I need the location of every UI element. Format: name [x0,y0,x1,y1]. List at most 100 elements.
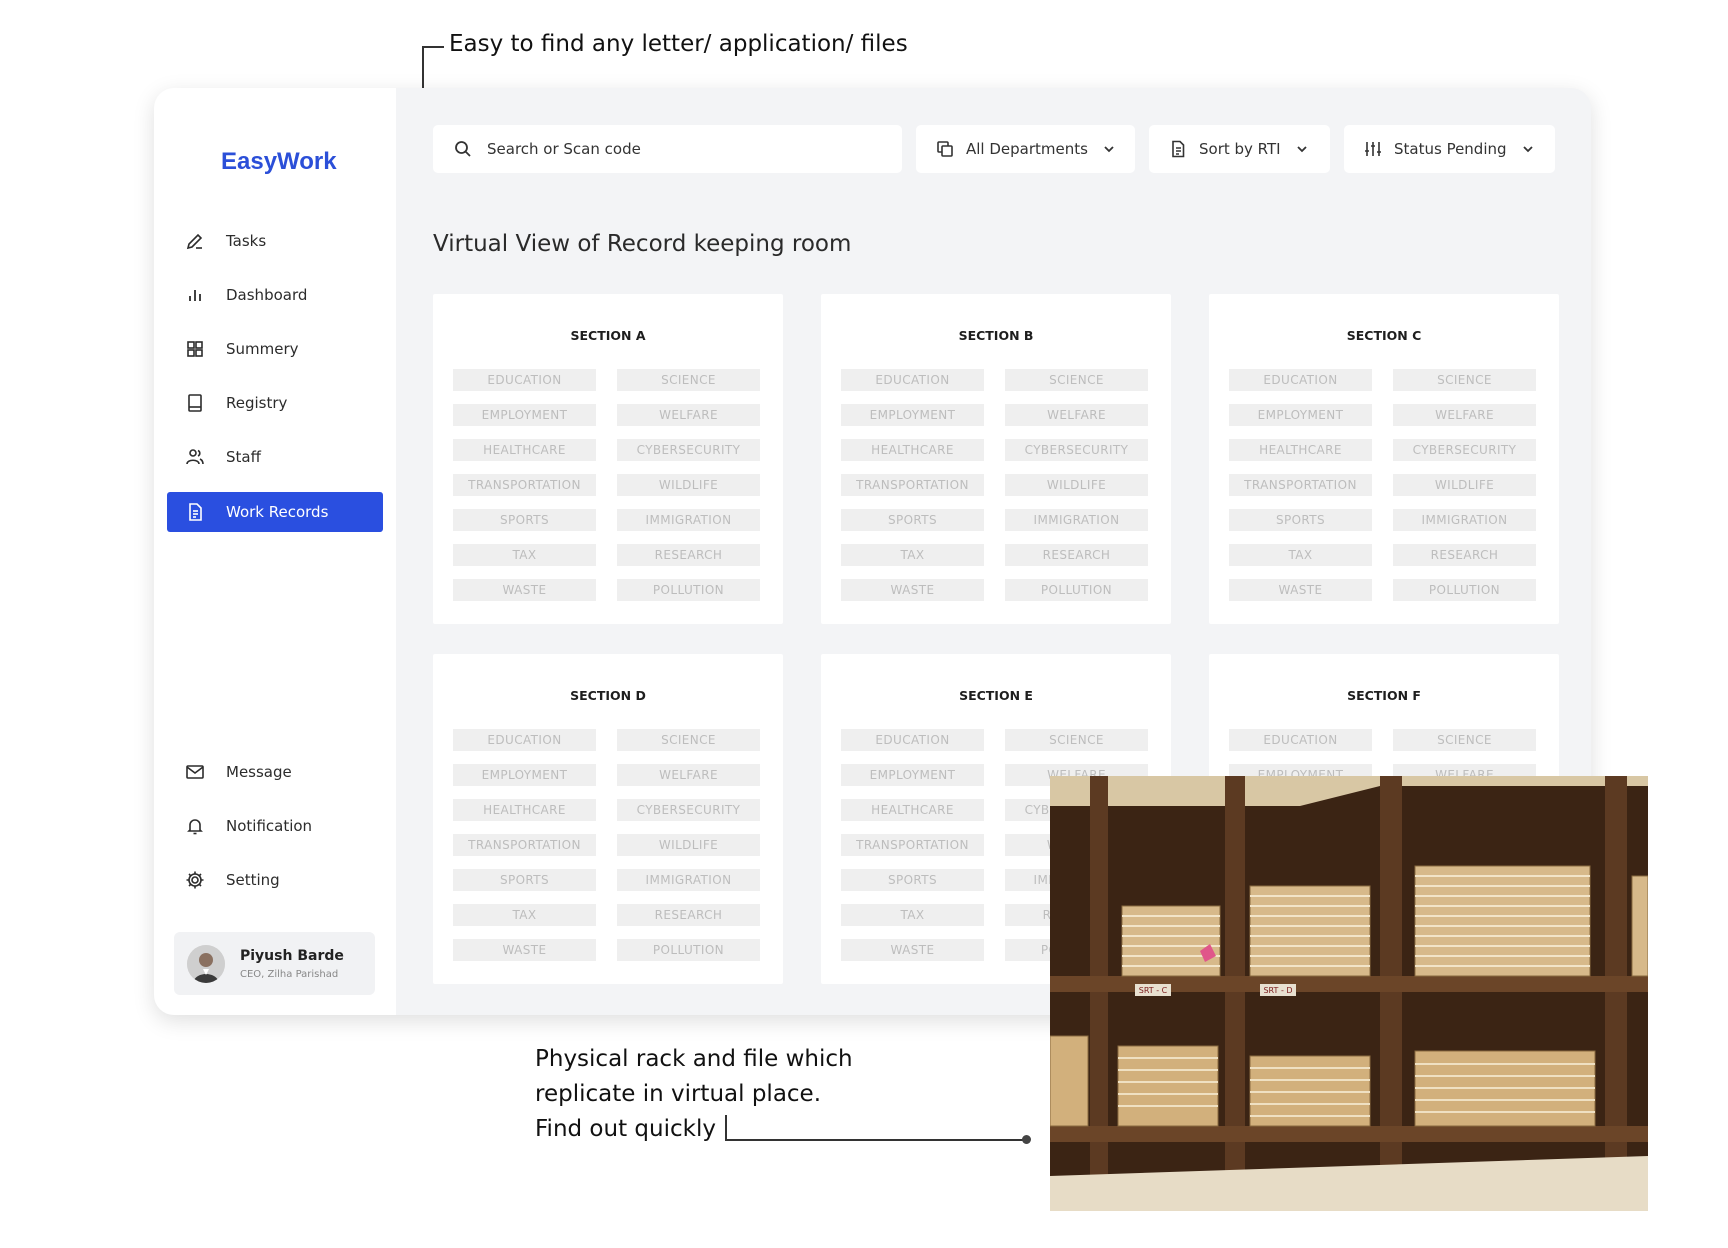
category-chip[interactable]: TRANSPORTATION [841,834,984,856]
category-chip[interactable]: SCIENCE [1393,729,1536,751]
category-chip[interactable]: POLLUTION [617,579,760,601]
category-chip[interactable]: CYBERSECURITY [617,799,760,821]
category-chip[interactable]: EDUCATION [453,729,596,751]
chevron-down-icon [1295,142,1309,156]
category-chip[interactable]: WASTE [841,939,984,961]
category-chip[interactable]: TRANSPORTATION [1229,474,1372,496]
category-chip[interactable]: EDUCATION [1229,369,1372,391]
category-chip[interactable]: WASTE [453,579,596,601]
sidebar-item-tasks[interactable]: Tasks [167,221,383,261]
category-chip[interactable]: EMPLOYMENT [841,764,984,786]
category-chip[interactable]: IMMIGRATION [617,509,760,531]
category-chip[interactable]: TRANSPORTATION [453,834,596,856]
category-chip[interactable]: IMMIGRATION [617,869,760,891]
category-chip[interactable]: EDUCATION [841,729,984,751]
category-chip[interactable]: SCIENCE [1005,729,1148,751]
document-icon [184,501,206,523]
sidebar-item-setting[interactable]: Setting [167,860,383,900]
category-chip[interactable]: TAX [841,904,984,926]
category-chip[interactable]: HEALTHCARE [841,799,984,821]
category-chip[interactable]: WASTE [1229,579,1372,601]
department-filter-dropdown[interactable]: All Departments [916,125,1135,173]
category-chip[interactable]: EDUCATION [1229,729,1372,751]
category-chip[interactable]: SPORTS [841,869,984,891]
avatar [187,944,225,983]
section-card-b[interactable]: SECTION B EDUCATION SCIENCE EMPLOYMENT WELF… [821,294,1171,624]
category-chip[interactable]: CYBERSECURITY [1005,439,1148,461]
category-chip[interactable]: WELFARE [1005,404,1148,426]
category-chip[interactable]: WILDLIFE [617,834,760,856]
category-chip[interactable]: SPORTS [1229,509,1372,531]
mail-icon [184,761,206,783]
category-chip[interactable]: EMPLOYMENT [1229,404,1372,426]
sort-dropdown[interactable]: Sort by RTI [1149,125,1330,173]
search-bar[interactable] [433,125,902,173]
category-chip[interactable]: IMMIGRATION [1005,509,1148,531]
category-chip[interactable]: SCIENCE [1393,369,1536,391]
category-chip[interactable]: RESEARCH [617,904,760,926]
category-chip[interactable]: TAX [453,544,596,566]
category-chip[interactable]: SPORTS [453,509,596,531]
category-chip[interactable]: HEALTHCARE [453,439,596,461]
section-card-c[interactable]: SECTION C EDUCATION SCIENCE EMPLOYMENT WELF… [1209,294,1559,624]
category-chip[interactable]: TAX [1229,544,1372,566]
category-chip[interactable]: WILDLIFE [1005,474,1148,496]
category-grid: EDUCATION SCIENCE EMPLOYMENT WELFARE HEALTHC… [453,729,763,961]
page-title: Virtual View of Record keeping room [433,231,852,257]
category-chip[interactable]: WASTE [453,939,596,961]
section-card-d[interactable]: SECTION D EDUCATION SCIENCE EMPLOYMENT WELF… [433,654,783,984]
sidebar-item-registry[interactable]: Registry [167,383,383,423]
annotation-bottom-text: Physical rack and file which replicate i… [535,1042,853,1147]
category-chip[interactable]: WASTE [841,579,984,601]
sidebar-item-notification[interactable]: Notification [167,806,383,846]
grid-icon [184,338,206,360]
category-chip[interactable]: WILDLIFE [617,474,760,496]
category-chip[interactable]: EMPLOYMENT [453,404,596,426]
category-chip[interactable]: HEALTHCARE [453,799,596,821]
category-chip[interactable]: RESEARCH [1005,544,1148,566]
category-chip[interactable]: SCIENCE [617,369,760,391]
category-chip[interactable]: SCIENCE [617,729,760,751]
category-chip[interactable]: SCIENCE [1005,369,1148,391]
category-chip[interactable]: TAX [841,544,984,566]
category-chip[interactable]: WILDLIFE [1393,474,1536,496]
sidebar-item-dashboard[interactable]: Dashboard [167,275,383,315]
status-filter-dropdown[interactable]: Status Pending [1344,125,1555,173]
section-card-a[interactable]: SECTION A EDUCATION SCIENCE EMPLOYMENT WELF… [433,294,783,624]
sidebar-item-message[interactable]: Message [167,752,383,792]
category-chip[interactable]: CYBERSECURITY [1393,439,1536,461]
category-chip[interactable]: WELFARE [617,764,760,786]
category-chip[interactable]: POLLUTION [1393,579,1536,601]
category-chip[interactable]: SPORTS [453,869,596,891]
search-input[interactable] [487,140,887,158]
category-chip[interactable]: TAX [453,904,596,926]
sidebar-item-label: Work Records [226,503,329,521]
category-chip[interactable]: RESEARCH [617,544,760,566]
category-chip[interactable]: TRANSPORTATION [841,474,984,496]
category-chip[interactable]: RESEARCH [1393,544,1536,566]
sidebar-item-label: Staff [226,448,261,466]
category-chip[interactable]: SPORTS [841,509,984,531]
sliders-icon [1364,140,1382,158]
section-title: SECTION D [570,688,646,703]
category-chip[interactable]: TRANSPORTATION [453,474,596,496]
category-chip[interactable]: EDUCATION [841,369,984,391]
category-chip[interactable]: IMMIGRATION [1393,509,1536,531]
sidebar-item-work-records[interactable]: Work Records [167,492,383,532]
file-icon [1169,140,1187,158]
category-chip[interactable]: EDUCATION [453,369,596,391]
chevron-down-icon [1102,142,1116,156]
user-profile-card[interactable]: Piyush Barde CEO, Zilha Parishad [174,932,375,995]
category-chip[interactable]: EMPLOYMENT [841,404,984,426]
category-chip[interactable]: POLLUTION [617,939,760,961]
category-chip[interactable]: WELFARE [1393,404,1536,426]
category-chip[interactable]: HEALTHCARE [1229,439,1372,461]
category-chip[interactable]: HEALTHCARE [841,439,984,461]
sidebar-item-summery[interactable]: Summery [167,329,383,369]
sidebar-item-staff[interactable]: Staff [167,437,383,477]
category-chip[interactable]: WELFARE [617,404,760,426]
category-chip[interactable]: EMPLOYMENT [453,764,596,786]
category-chip[interactable]: CYBERSECURITY [617,439,760,461]
category-chip[interactable]: POLLUTION [1005,579,1148,601]
sidebar: EasyWork Tasks Dashboard Summery Registr… [154,88,396,1015]
